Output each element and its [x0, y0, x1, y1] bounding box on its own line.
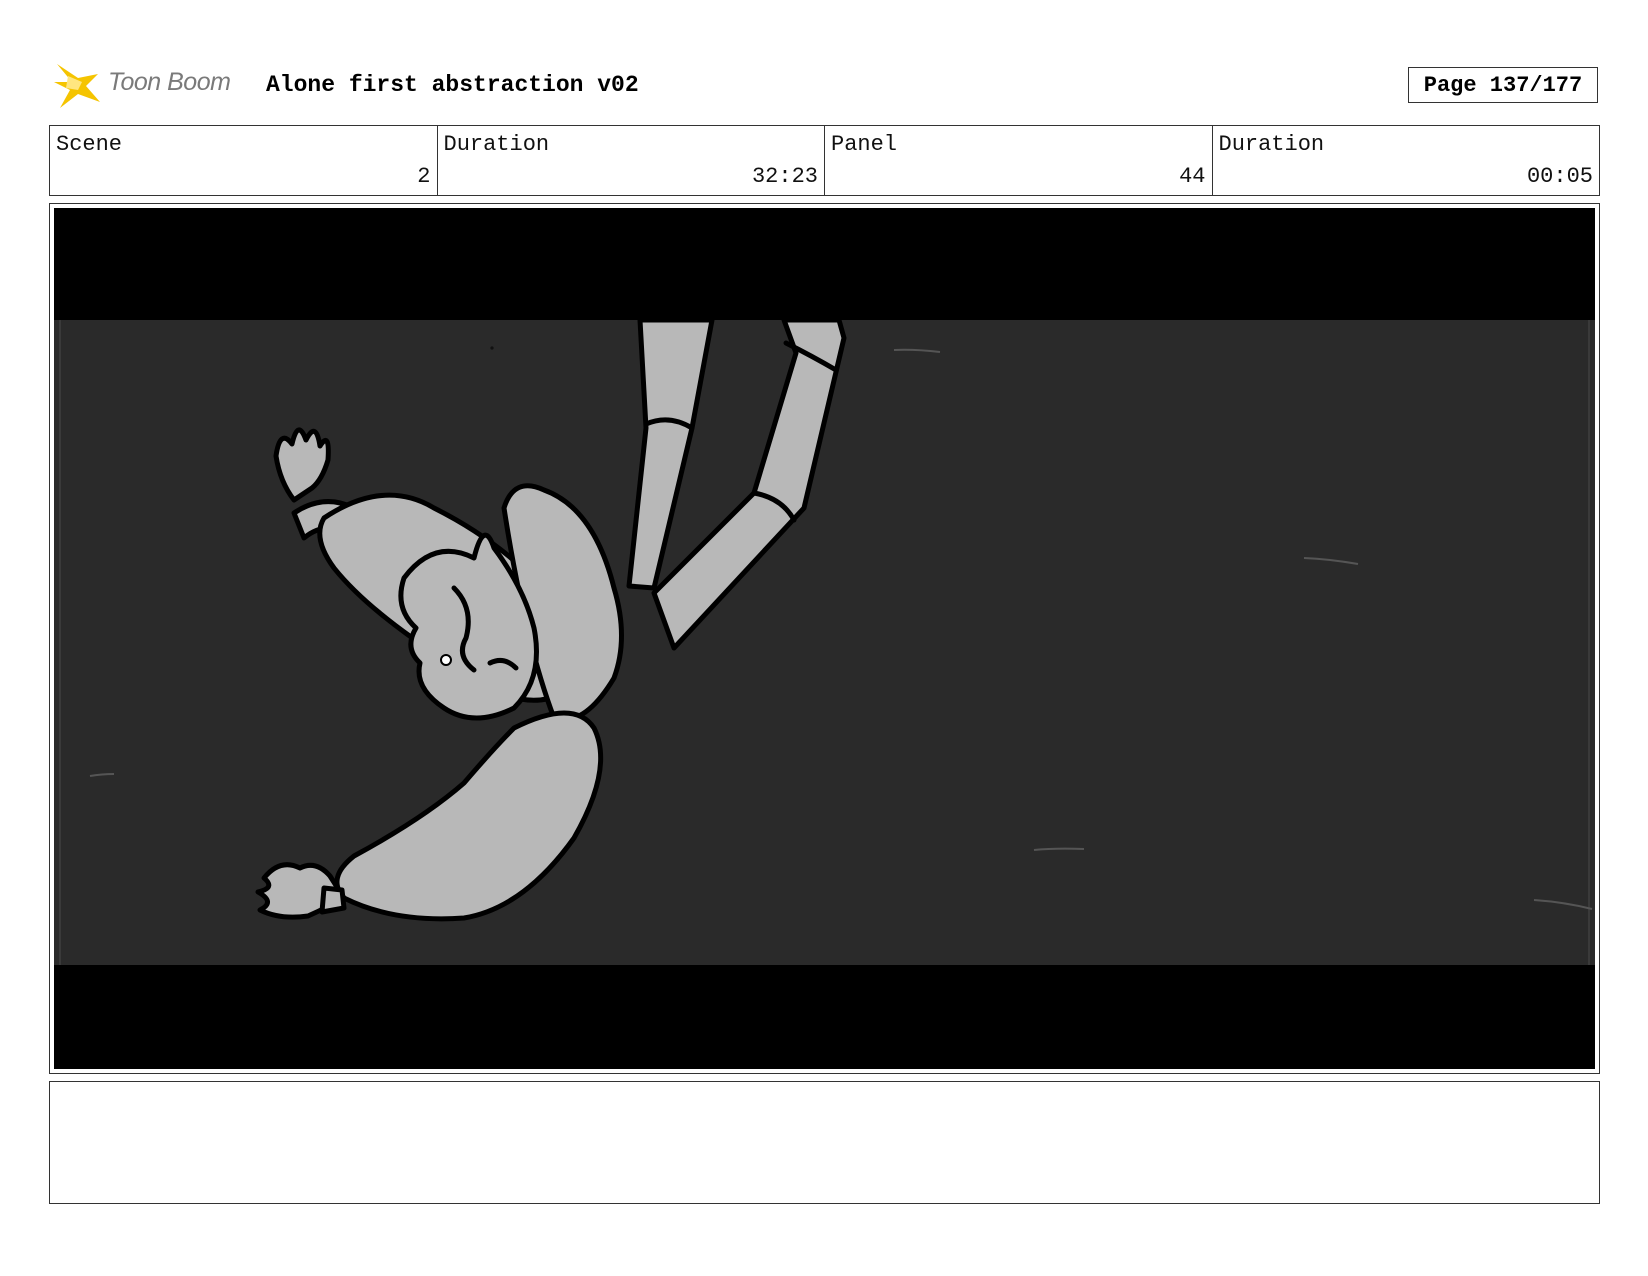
page-indicator: Page 137/177: [1408, 67, 1598, 103]
panel-drawing: [54, 208, 1595, 1069]
panel-value: 44: [1179, 164, 1206, 189]
document-title: Alone first abstraction v02: [266, 72, 639, 98]
scene-value: 2: [417, 164, 431, 189]
toon-boom-logo: Toon Boom: [52, 60, 252, 112]
starburst-icon: [54, 64, 100, 108]
panel-notes: [49, 1081, 1600, 1204]
panel-cell: Panel 44: [825, 126, 1213, 195]
panel-label: Panel: [831, 132, 898, 157]
scene-duration-label: Duration: [443, 132, 550, 157]
scene-label: Scene: [56, 132, 123, 157]
scene-duration-cell: Duration 32:23: [438, 126, 825, 195]
scene-duration-value: 32:23: [751, 164, 818, 189]
logo-text: Toon Boom: [108, 68, 231, 96]
storyboard-panel: [49, 203, 1600, 1074]
panel-duration-value: 00:05: [1526, 164, 1593, 189]
panel-duration-label: Duration: [1218, 132, 1325, 157]
panel-duration-cell: Duration 00:05: [1213, 126, 1600, 195]
scene-cell: Scene 2: [50, 126, 438, 195]
scene-info-table: Scene 2 Duration 32:23 Panel 44 Duration…: [49, 125, 1600, 196]
